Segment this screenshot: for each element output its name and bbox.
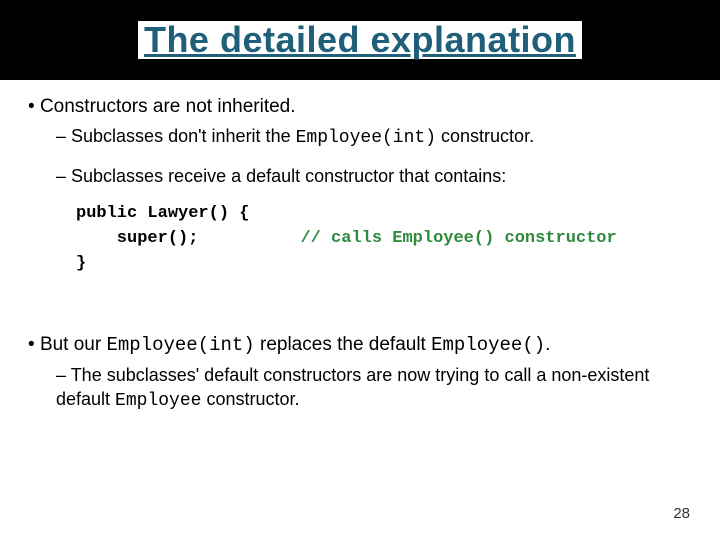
code-inline: Employee(int): [296, 128, 436, 148]
bullet-constructors-not-inherited: Constructors are not inherited.: [28, 94, 692, 120]
code-line: }: [76, 254, 86, 273]
code-block: public Lawyer() { super(); // calls Empl…: [76, 202, 692, 276]
code-inline: Employee(): [431, 334, 545, 356]
title-band: The detailed explanation: [0, 0, 720, 80]
code-inline: Employee(int): [106, 334, 254, 356]
code-comment: // calls Employee() constructor: [300, 229, 616, 248]
bullet-replaces-default: But our Employee(int) replaces the defau…: [28, 332, 692, 359]
code-inline: Employee: [115, 391, 201, 411]
code-line: public Lawyer() {: [76, 204, 249, 223]
slide-body: Constructors are not inherited. Subclass…: [0, 80, 720, 413]
bullet-default-constructor: Subclasses receive a default constructor…: [56, 164, 692, 188]
slide-title: The detailed explanation: [138, 21, 582, 59]
text: .: [545, 334, 550, 355]
text: constructor.: [201, 389, 299, 409]
bullet-subclasses-no-inherit: Subclasses don't inherit the Employee(in…: [56, 124, 692, 150]
slide: The detailed explanation Constructors ar…: [0, 0, 720, 540]
text: But our: [40, 334, 107, 355]
page-number: 28: [673, 505, 690, 522]
code-line: super();: [76, 229, 198, 248]
code-pad: [198, 229, 300, 248]
bullet-nonexistent-constructor: The subclasses' default constructors are…: [56, 363, 692, 414]
spacer: [28, 276, 692, 332]
text: replaces the default: [255, 334, 431, 355]
text: constructor.: [436, 126, 534, 146]
text: Subclasses don't inherit the: [71, 126, 296, 146]
